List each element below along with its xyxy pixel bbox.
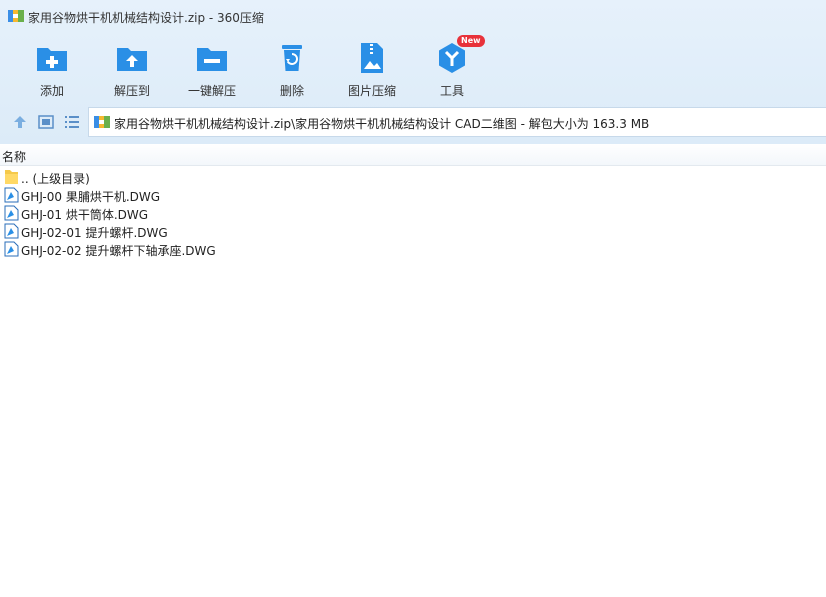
- add-button[interactable]: 添加: [12, 38, 92, 98]
- dwg-file-icon: [4, 223, 19, 239]
- file-name: GHJ-02-01 提升螺杆.DWG: [21, 226, 168, 240]
- image-compress-button[interactable]: 图片压缩: [332, 38, 412, 98]
- tools-button-label: 工具: [439, 84, 464, 98]
- file-name: GHJ-00 果脯烘干机.DWG: [21, 190, 161, 204]
- delete-icon: [282, 45, 302, 71]
- dwg-file-icon: [4, 241, 19, 257]
- thumbnail-view-icon[interactable]: [37, 113, 55, 131]
- window-title: 家用谷物烘干机机械结构设计.zip - 360压缩: [28, 11, 264, 25]
- list-item[interactable]: GHJ-02-01 提升螺杆.DWG: [0, 222, 826, 240]
- list-view-icon[interactable]: [63, 113, 81, 131]
- up-arrow-icon[interactable]: [11, 113, 29, 131]
- archive-icon: [94, 116, 110, 128]
- delete-button-label: 删除: [279, 84, 304, 98]
- list-item[interactable]: .. (上级目录): [0, 168, 826, 186]
- tools-button[interactable]: New 工具: [412, 35, 492, 98]
- title-bar: 家用谷物烘干机机械结构设计.zip - 360压缩: [0, 0, 826, 34]
- extract-to-button[interactable]: 解压到: [92, 38, 172, 98]
- address-bar[interactable]: 家用谷物烘干机机械结构设计.zip\家用谷物烘干机机械结构设计 CAD二维图 -…: [88, 107, 826, 137]
- one-click-extract-button[interactable]: 一键解压: [172, 38, 252, 98]
- list-item[interactable]: GHJ-02-02 提升螺杆下轴承座.DWG: [0, 240, 826, 258]
- one-click-extract-button-label: 一键解压: [187, 84, 236, 98]
- delete-button[interactable]: 删除: [252, 38, 332, 98]
- add-file-icon: [37, 48, 67, 71]
- file-name: GHJ-02-02 提升螺杆下轴承座.DWG: [21, 244, 216, 258]
- extract-to-icon: [117, 48, 147, 71]
- file-name: .. (上级目录): [21, 172, 90, 186]
- image-compress-button-label: 图片压缩: [347, 84, 396, 98]
- file-list: .. (上级目录) GHJ-00 果脯烘干机.DWG GHJ-01 烘干筒体.D…: [0, 168, 826, 258]
- top-area: 家用谷物烘干机机械结构设计.zip - 360压缩 添加 解压到 一键解压 删除…: [0, 0, 826, 144]
- image-compress-icon: [361, 43, 383, 73]
- one-click-extract-icon: [197, 48, 227, 71]
- dwg-file-icon: [4, 187, 19, 203]
- list-item[interactable]: GHJ-00 果脯烘干机.DWG: [0, 186, 826, 204]
- column-header-label: 名称: [2, 150, 27, 164]
- new-badge: New: [457, 35, 485, 47]
- add-button-label: 添加: [39, 84, 64, 98]
- file-name: GHJ-01 烘干筒体.DWG: [21, 208, 149, 222]
- toolbar: 添加 解压到 一键解压 删除 图片压缩 New 工具: [0, 34, 826, 98]
- archive-icon: [8, 10, 24, 22]
- folder-icon: [5, 170, 18, 184]
- address-row: 家用谷物烘干机机械结构设计.zip\家用谷物烘干机机械结构设计 CAD二维图 -…: [0, 106, 826, 138]
- dwg-file-icon: [4, 205, 19, 221]
- extract-to-button-label: 解压到: [113, 84, 150, 98]
- address-path: 家用谷物烘干机机械结构设计.zip\家用谷物烘干机机械结构设计 CAD二维图 -…: [114, 117, 650, 131]
- column-header-name[interactable]: 名称: [0, 144, 826, 166]
- app-window: 家用谷物烘干机机械结构设计.zip - 360压缩 添加 解压到 一键解压 删除…: [0, 0, 826, 597]
- list-item[interactable]: GHJ-01 烘干筒体.DWG: [0, 204, 826, 222]
